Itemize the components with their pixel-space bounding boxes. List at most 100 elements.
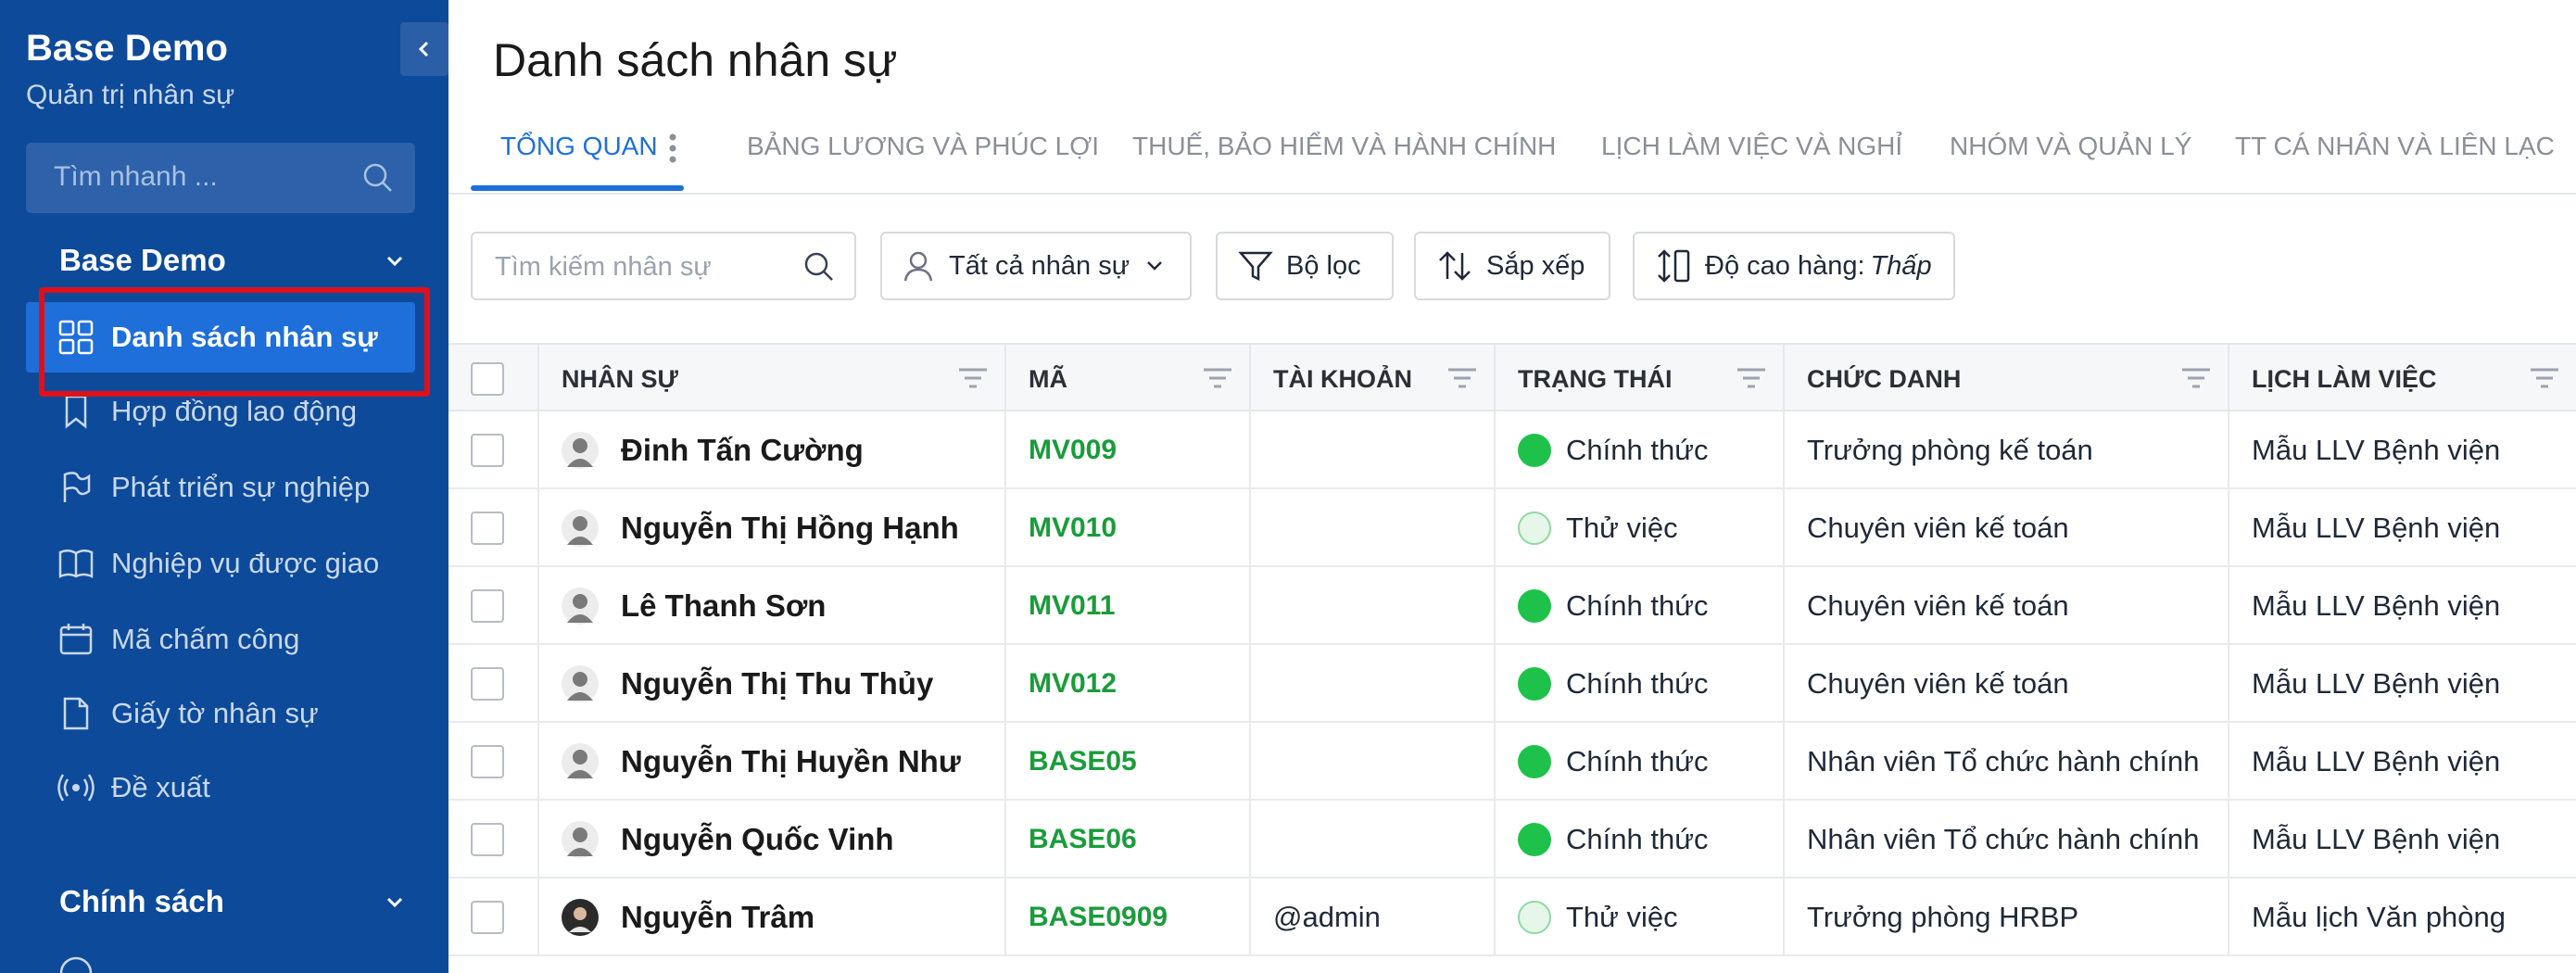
row-checkbox[interactable] xyxy=(471,512,504,545)
table-row[interactable]: Nguyễn Thị Hồng Hạnh MV010 Thử việc Chuyên … xyxy=(448,489,2576,567)
job-title: Nhân viên Tổ chức hành chính xyxy=(1783,801,2228,878)
sidebar-item-assigned-tasks[interactable]: Nghiệp vụ được giao xyxy=(26,528,415,599)
employee-code[interactable]: BASE05 xyxy=(1004,723,1249,801)
avatar xyxy=(562,743,599,780)
employee-name[interactable]: Nguyễn Thị Hồng Hạnh xyxy=(621,511,959,546)
table-row[interactable]: Nguyễn Quốc Vinh BASE06 Chính thức Nhân viê… xyxy=(448,801,2576,878)
header-job-title[interactable]: CHỨC DANH xyxy=(1783,345,2228,413)
header-label: TÀI KHOẢN xyxy=(1273,364,1412,393)
chevron-down-icon[interactable] xyxy=(384,250,406,272)
status-dot-icon xyxy=(1518,667,1551,701)
employee-name[interactable]: Lê Thanh Sơn xyxy=(621,588,826,624)
filter-button[interactable]: Bộ lọc xyxy=(1216,232,1394,300)
employee-name[interactable]: Đinh Tấn Cường xyxy=(621,433,864,468)
row-checkbox[interactable] xyxy=(471,589,504,623)
header-status[interactable]: TRẠNG THÁI xyxy=(1494,345,1783,413)
work-schedule: Mẫu LLV Bệnh viện xyxy=(2228,489,2576,567)
header-code[interactable]: MÃ xyxy=(1004,345,1249,413)
table-row[interactable]: Nguyễn Thị Thu Thủy MV012 Chính thức Chuyên… xyxy=(448,645,2576,723)
job-title: Chuyên viên kế toán xyxy=(1783,645,2228,723)
avatar xyxy=(562,899,599,936)
column-filter-icon[interactable] xyxy=(1446,365,1479,391)
employee-name[interactable]: Nguyễn Trâm xyxy=(621,900,814,935)
employee-code[interactable]: MV009 xyxy=(1004,411,1249,489)
sidebar-item-label: Phát triển sự nghiệp xyxy=(111,471,371,503)
row-checkbox[interactable] xyxy=(471,823,504,856)
sort-button[interactable]: Sắp xếp xyxy=(1414,232,1610,300)
quick-search-input[interactable]: Tìm nhanh ... xyxy=(26,143,415,213)
sidebar-item-career-development[interactable]: Phát triển sự nghiệp xyxy=(26,452,415,523)
row-checkbox[interactable] xyxy=(471,434,504,467)
employee-code[interactable]: BASE06 xyxy=(1004,801,1249,878)
row-checkbox[interactable] xyxy=(471,745,504,778)
section-title-policy[interactable]: Chính sách xyxy=(59,884,224,919)
column-filter-icon[interactable] xyxy=(1201,365,1234,391)
work-schedule: Mẫu LLV Bệnh viện xyxy=(2228,411,2576,489)
employee-name[interactable]: Nguyễn Thị Huyền Như xyxy=(621,744,961,779)
table-row[interactable]: Lê Thanh Sơn MV011 Chính thức Chuyên viên k… xyxy=(448,567,2576,645)
employee-name[interactable]: Nguyễn Thị Thu Thủy xyxy=(621,666,933,701)
status-cell: Chính thức xyxy=(1494,411,1783,489)
job-title: Nhân viên Tổ chức hành chính xyxy=(1783,723,2228,801)
row-select-cell xyxy=(448,723,537,801)
status-dot-icon xyxy=(1518,901,1551,934)
collapse-sidebar-button[interactable] xyxy=(400,22,448,76)
row-checkbox[interactable] xyxy=(471,667,504,701)
sidebar-item-employee-documents[interactable]: Giấy tờ nhân sự xyxy=(26,678,415,749)
sort-icon xyxy=(1436,249,1473,283)
select-all-checkbox[interactable] xyxy=(471,362,504,396)
column-filter-icon[interactable] xyxy=(2528,365,2561,391)
employee-code[interactable]: BASE0909 xyxy=(1004,878,1249,956)
employee-name-cell[interactable]: Đinh Tấn Cường xyxy=(537,411,1004,489)
employee-name-cell[interactable]: Lê Thanh Sơn xyxy=(537,567,1004,645)
page-title: Danh sách nhân sự xyxy=(493,34,898,86)
employee-name-cell[interactable]: Nguyễn Thị Hồng Hạnh xyxy=(537,489,1004,567)
more-vertical-icon[interactable] xyxy=(667,132,678,165)
tab-personal-contact[interactable]: TT CÁ NHÂN VÀ LIÊN LẠC xyxy=(2235,132,2555,161)
sidebar-item-timekeeping-code[interactable]: Mã chấm công xyxy=(26,604,415,675)
header-work-schedule[interactable]: LỊCH LÀM VIỆC xyxy=(2228,345,2576,413)
document-icon xyxy=(57,695,95,732)
tab-tax-insurance-admin[interactable]: THUẾ, BẢO HIỂM VÀ HÀNH CHÍNH xyxy=(1132,132,1556,161)
tab-group-management[interactable]: NHÓM VÀ QUẢN LÝ xyxy=(1950,132,2191,161)
section-title-base-demo[interactable]: Base Demo xyxy=(59,243,226,278)
job-title: Trưởng phòng HRBP xyxy=(1783,878,2228,956)
avatar xyxy=(562,432,599,469)
table-row[interactable]: Đinh Tấn Cường MV009 Chính thức Trưởng phòn… xyxy=(448,411,2576,489)
row-checkbox[interactable] xyxy=(471,901,504,934)
avatar xyxy=(562,665,599,702)
column-filter-icon[interactable] xyxy=(1735,365,1768,391)
employee-search-placeholder: Tìm kiếm nhân sự xyxy=(495,252,712,282)
status-dot-icon xyxy=(1518,434,1551,467)
employee-code[interactable]: MV010 xyxy=(1004,489,1249,567)
column-filter-icon[interactable] xyxy=(2179,365,2213,391)
sidebar-item-proposals[interactable]: Đề xuất xyxy=(26,752,415,823)
status-cell: Chính thức xyxy=(1494,567,1783,645)
table-row[interactable]: Nguyễn Thị Huyền Như BASE05 Chính thức Nhân… xyxy=(448,723,2576,801)
employee-name-cell[interactable]: Nguyễn Quốc Vinh xyxy=(537,801,1004,878)
avatar xyxy=(562,510,599,547)
tab-salary-benefits[interactable]: BẢNG LƯƠNG VÀ PHÚC LỢI xyxy=(747,132,1099,161)
row-height-value: Thấp xyxy=(1870,250,1932,281)
chevron-down-icon[interactable] xyxy=(384,891,406,914)
header-label: NHÂN SỰ xyxy=(562,364,678,393)
sidebar-item-label: Mã chấm công xyxy=(111,623,300,655)
employee-search-input[interactable]: Tìm kiếm nhân sự xyxy=(471,232,856,300)
employee-code[interactable]: MV011 xyxy=(1004,567,1249,645)
all-staff-dropdown[interactable]: Tất cả nhân sự xyxy=(880,232,1192,300)
employee-name-cell[interactable]: Nguyễn Thị Thu Thủy xyxy=(537,645,1004,723)
filter-icon xyxy=(1238,249,1273,283)
header-account[interactable]: TÀI KHOẢN xyxy=(1249,345,1494,413)
tab-schedule-leave[interactable]: LỊCH LÀM VIỆC VÀ NGHỈ xyxy=(1601,132,1902,161)
employee-name-cell[interactable]: Nguyễn Trâm xyxy=(537,878,1004,956)
header-label: MÃ xyxy=(1029,364,1067,393)
column-filter-icon[interactable] xyxy=(956,365,990,391)
row-height-button[interactable]: Độ cao hàng: Thấp xyxy=(1633,232,1955,300)
row-select-cell xyxy=(448,489,537,567)
employee-name-cell[interactable]: Nguyễn Thị Huyền Như xyxy=(537,723,1004,801)
employee-code[interactable]: MV012 xyxy=(1004,645,1249,723)
employee-name[interactable]: Nguyễn Quốc Vinh xyxy=(621,822,894,857)
table-row[interactable]: Nguyễn Trâm BASE0909 @admin Thử việc Trưởng … xyxy=(448,878,2576,956)
tab-overview[interactable]: TỔNG QUAN xyxy=(500,132,658,161)
header-employee[interactable]: NHÂN SỰ xyxy=(537,345,1004,413)
